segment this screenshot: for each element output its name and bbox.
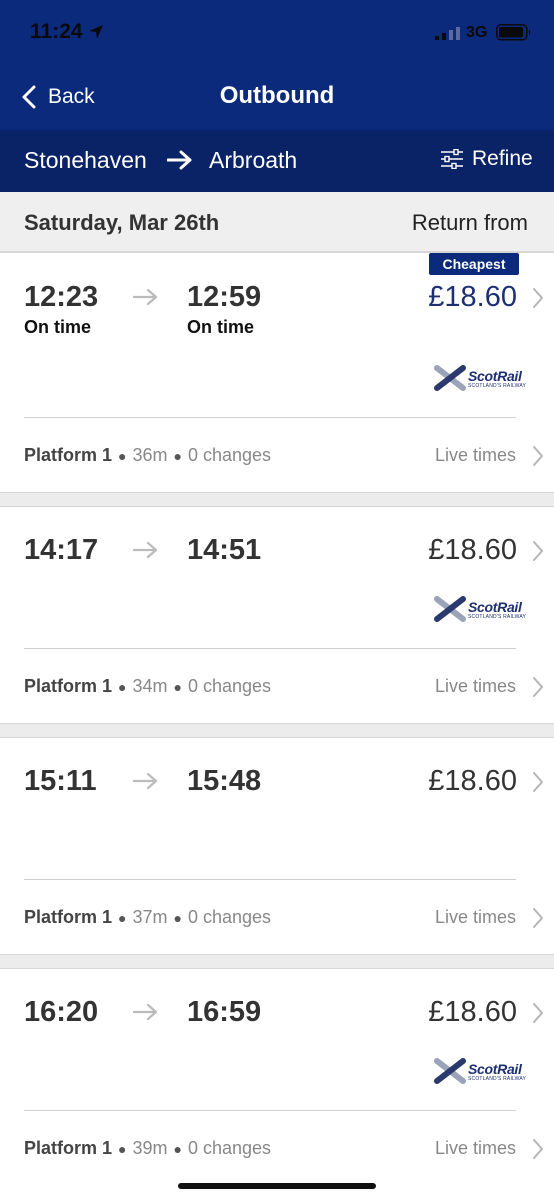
live-times-link[interactable]: Live times [435,676,516,697]
journey-card[interactable]: 15:11 15:48 £18.60 Platform 1 ● 37m ● 0 … [0,737,554,955]
arrival-time: 12:59 [187,281,262,313]
separator-dot: ● [173,447,182,464]
journey-info: Platform 1 ● 39m ● 0 changes [24,1138,271,1159]
separator-dot: ● [118,447,127,464]
refine-button[interactable]: Refine [440,147,533,171]
logo-name: ScotRail [468,1060,522,1077]
logo-name: ScotRail [468,598,522,615]
changes: 0 changes [187,1138,272,1158]
duration: 34m [132,676,168,696]
separator-dot: ● [118,678,127,695]
journey-card[interactable]: 16:20 16:59 £18.60 ScotRail SCOTLAND'S R… [0,968,554,1200]
fare-price: £18.60 [428,996,517,1028]
journey-info: Platform 1 ● 34m ● 0 changes [24,676,271,697]
departure-time: 16:20 [24,996,99,1028]
fare-price: £18.60 [428,765,517,797]
chevron-right-icon [532,540,544,567]
journey-card[interactable]: 14:17 14:51 £18.60 ScotRail SCOTLAND'S R… [0,506,554,724]
chevron-right-icon [532,287,544,314]
scotrail-logo: ScotRail SCOTLAND'S RAILWAY [434,596,526,622]
scotrail-saltire-icon [434,365,466,391]
status-bar: 11:24 3G [0,0,554,60]
signal-bars-icon [435,26,461,45]
logo-tagline: SCOTLAND'S RAILWAY [468,1075,527,1082]
date-bar: Saturday, Mar 26th Return from [0,192,554,252]
journey-info: Platform 1 ● 36m ● 0 changes [24,445,271,466]
journey-card[interactable]: Cheapest 12:23 12:59 On time On time £18… [0,252,554,493]
status-time: 11:24 [30,20,83,43]
back-button[interactable]: Back [22,82,95,112]
home-indicator[interactable] [178,1183,376,1189]
divider [24,648,516,649]
sliders-icon [440,149,464,169]
separator-dot: ● [118,1140,127,1157]
separator-dot: ● [173,1140,182,1157]
divider [24,879,516,880]
chevron-right-icon [532,907,544,934]
departure-time: 15:11 [24,765,97,797]
duration: 36m [132,445,168,465]
fare-price: £18.60 [428,281,517,313]
battery-icon [496,24,532,46]
platform: Platform 1 [24,907,113,927]
arrow-right-icon [132,288,159,311]
departure-status: On time [24,317,92,337]
logo-tagline: SCOTLAND'S RAILWAY [468,382,527,389]
return-from-button[interactable]: Return from [412,210,528,236]
logo-name: ScotRail [468,367,522,384]
scotrail-saltire-icon [434,1058,466,1084]
location-arrow-icon [88,24,104,45]
arrival-status: On time [187,317,255,337]
live-times-link[interactable]: Live times [435,907,516,928]
route-bar: Stonehaven Arbroath Refine [0,130,554,192]
departure-time: 12:23 [24,281,99,313]
arrow-right-icon [166,150,193,175]
scotrail-logo: ScotRail SCOTLAND'S RAILWAY [434,1058,526,1084]
separator-dot: ● [173,678,182,695]
arrow-right-icon [132,1003,159,1026]
separator-dot: ● [173,909,182,926]
refine-label: Refine [472,147,533,170]
destination-station: Arbroath [209,147,298,173]
chevron-left-icon [22,85,36,109]
chevron-right-icon [532,771,544,798]
arrow-right-icon [132,541,159,564]
origin-station: Stonehaven [24,147,147,173]
network-type: 3G [466,24,488,41]
chevron-right-icon [532,1138,544,1165]
chevron-right-icon [532,445,544,472]
scotrail-saltire-icon [434,596,466,622]
chevron-right-icon [532,676,544,703]
cheapest-badge: Cheapest [429,253,519,275]
separator-dot: ● [118,909,127,926]
live-times-link[interactable]: Live times [435,1138,516,1159]
changes: 0 changes [187,676,272,696]
arrival-time: 16:59 [187,996,262,1028]
divider [24,1110,516,1111]
scotrail-logo: ScotRail SCOTLAND'S RAILWAY [434,365,526,391]
departure-time: 14:17 [24,534,99,566]
arrival-time: 15:48 [187,765,262,797]
platform: Platform 1 [24,1138,113,1158]
live-times-link[interactable]: Live times [435,445,516,466]
chevron-right-icon [532,1002,544,1029]
arrival-time: 14:51 [187,534,262,566]
platform: Platform 1 [24,445,113,465]
logo-tagline: SCOTLAND'S RAILWAY [468,613,527,620]
journey-info: Platform 1 ● 37m ● 0 changes [24,907,271,928]
changes: 0 changes [187,445,272,465]
divider [24,417,516,418]
arrow-right-icon [132,772,159,795]
duration: 39m [132,1138,168,1158]
back-label: Back [48,85,95,108]
changes: 0 changes [187,907,272,927]
fare-price: £18.60 [428,534,517,566]
travel-date: Saturday, Mar 26th [24,210,220,235]
platform: Platform 1 [24,676,113,696]
duration: 37m [132,907,168,927]
